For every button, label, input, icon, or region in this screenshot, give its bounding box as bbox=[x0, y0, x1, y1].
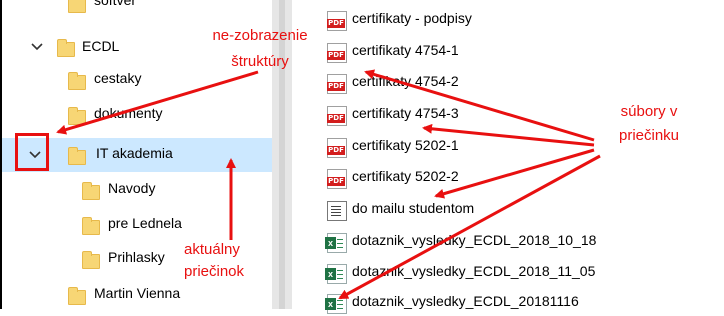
pdf-file-icon: PDF bbox=[327, 138, 347, 158]
pdf-file-icon: PDF bbox=[327, 43, 347, 63]
folder-icon bbox=[82, 251, 100, 269]
tree-item-pre-lednela[interactable]: pre Lednela bbox=[2, 211, 274, 241]
annotation-files: súbory v priečinku bbox=[594, 103, 704, 145]
file-name: certifikaty - podpisy bbox=[352, 10, 472, 26]
pdf-file-icon: PDF bbox=[327, 11, 347, 31]
file-name: certifikaty 4754-1 bbox=[352, 42, 459, 58]
file-row[interactable]: x dotaznik_vysledky_ECDL_20181116 bbox=[325, 286, 717, 316]
file-name: certifikaty 4754-2 bbox=[352, 73, 459, 89]
pdf-file-icon: PDF bbox=[327, 74, 347, 94]
file-row[interactable]: PDF certifikaty 4754-1 bbox=[327, 35, 717, 65]
folder-icon bbox=[57, 39, 75, 57]
file-row[interactable]: x dotaznik_vysledky_ECDL_2018_11_05 bbox=[325, 256, 717, 286]
chevron-down-icon[interactable] bbox=[30, 40, 44, 54]
chevron-highlight-box bbox=[15, 133, 49, 171]
tree-item-label: Prihlasky bbox=[108, 249, 165, 265]
file-row[interactable]: x dotaznik_vysledky_ECDL_2018_10_18 bbox=[325, 225, 717, 255]
file-row[interactable]: PDF certifikaty 5202-2 bbox=[327, 161, 717, 191]
annotation-files-line2: priečinku bbox=[618, 127, 680, 144]
file-row[interactable]: PDF certifikaty 4754-2 bbox=[327, 66, 717, 96]
folder-icon bbox=[68, 287, 86, 305]
annotation-current-line2: priečinok bbox=[184, 263, 245, 280]
annotation-structure-line1: ne-zobrazenie bbox=[212, 27, 308, 44]
annotation-structure: ne-zobrazenie štruktúry bbox=[190, 27, 330, 71]
tree-item-navody[interactable]: Navody bbox=[2, 176, 274, 206]
pdf-file-icon: PDF bbox=[327, 106, 347, 126]
tree-item-label: ECDL bbox=[82, 38, 120, 54]
tree-item-label: pre Lednela bbox=[108, 215, 182, 231]
folder-icon bbox=[82, 217, 100, 235]
annotation-files-line1: súbory v bbox=[620, 103, 678, 120]
pdf-file-icon: PDF bbox=[327, 169, 347, 189]
tree-item-label: dokumenty bbox=[94, 105, 163, 121]
tree-item-softver[interactable]: softver bbox=[2, 0, 274, 18]
excel-tag: x bbox=[325, 268, 336, 280]
tree-item-label: softver bbox=[94, 0, 137, 8]
pdf-tag: PDF bbox=[327, 82, 345, 91]
tree-item-label: Navody bbox=[108, 180, 156, 196]
file-name: certifikaty 4754-3 bbox=[352, 105, 459, 121]
tree-item-martin-vienna[interactable]: Martin Vienna bbox=[2, 281, 274, 311]
excel-tag: x bbox=[325, 298, 336, 310]
pdf-tag: PDF bbox=[327, 146, 345, 155]
excel-tag: x bbox=[325, 237, 336, 249]
file-row[interactable]: PDF certifikaty - podpisy bbox=[327, 3, 717, 33]
excel-file-icon: x bbox=[325, 264, 347, 284]
annotation-current-folder: aktuálny priečinok bbox=[184, 241, 284, 281]
folder-icon bbox=[68, 147, 86, 165]
file-name: dotaznik_vysledky_ECDL_2018_11_05 bbox=[352, 263, 596, 279]
folder-icon bbox=[68, 0, 86, 13]
tree-item-label: IT akademia bbox=[96, 145, 173, 161]
pdf-tag: PDF bbox=[327, 177, 345, 186]
folder-icon bbox=[82, 182, 100, 200]
file-row[interactable]: do mailu studentom bbox=[327, 193, 717, 223]
file-list-pane: PDF certifikaty - podpisy PDF certifikat… bbox=[292, 0, 724, 314]
tree-item-dokumenty[interactable]: dokumenty bbox=[2, 101, 274, 131]
annotation-structure-line2: štruktúry bbox=[231, 53, 289, 70]
tree-item-label: cestaky bbox=[94, 70, 142, 86]
file-explorer-window: softver ECDL cestaky dokumenty IT akadem… bbox=[0, 0, 724, 314]
file-name: certifikaty 5202-2 bbox=[352, 168, 459, 184]
document-file-icon bbox=[327, 201, 347, 221]
file-name: dotaznik_vysledky_ECDL_20181116 bbox=[352, 293, 579, 309]
excel-file-icon: x bbox=[325, 233, 347, 253]
file-name: do mailu studentom bbox=[352, 200, 475, 216]
folder-icon bbox=[68, 107, 86, 125]
annotation-current-line1: aktuálny bbox=[184, 241, 240, 258]
excel-file-icon: x bbox=[325, 294, 347, 314]
file-name: dotaznik_vysledky_ECDL_2018_10_18 bbox=[352, 232, 597, 248]
tree-item-label: Martin Vienna bbox=[94, 285, 181, 301]
folder-icon bbox=[68, 72, 86, 90]
pdf-tag: PDF bbox=[327, 114, 345, 123]
file-name: certifikaty 5202-1 bbox=[352, 137, 459, 153]
